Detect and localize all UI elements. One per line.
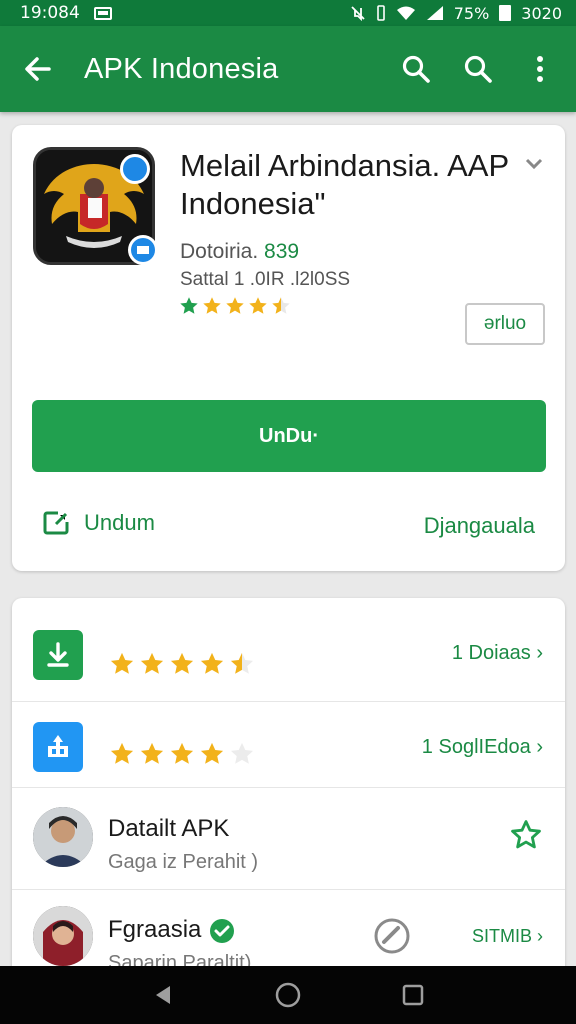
person-subtitle: Gaga iz Perahit ) bbox=[108, 851, 259, 873]
status-bar: 19:084 75% 3020 bbox=[0, 0, 576, 26]
djangauala-link[interactable]: Djangauala bbox=[424, 513, 535, 539]
list-item-value: 1 Doiaas › bbox=[451, 642, 543, 664]
link-icon[interactable] bbox=[372, 916, 412, 956]
undum-label: Undum bbox=[84, 510, 155, 535]
developer-label: Dotoiria. bbox=[180, 240, 259, 263]
app-rating-stars bbox=[178, 295, 292, 317]
star-icon bbox=[200, 742, 224, 764]
status-time: 19:084 bbox=[20, 3, 80, 23]
avatar bbox=[33, 906, 93, 966]
star-icon bbox=[230, 652, 254, 674]
person-name-text: Fgraasia bbox=[108, 916, 202, 943]
nav-back-button[interactable] bbox=[143, 975, 183, 1015]
star-outline-icon[interactable] bbox=[509, 818, 543, 852]
app-bar: APK Indonesia bbox=[0, 26, 576, 112]
signal-icon bbox=[426, 6, 443, 20]
star-icon bbox=[140, 742, 164, 764]
circle-home-icon bbox=[275, 982, 301, 1008]
star-icon bbox=[170, 742, 194, 764]
rating-stars bbox=[108, 650, 256, 678]
details-list-card: 1 Doiaas › 1 SoglIEdoa › Datailt APK Gag… bbox=[12, 598, 565, 978]
list-item-value[interactable]: SITMIB › bbox=[472, 926, 543, 947]
app-bar-title: APK Indonesia bbox=[84, 52, 279, 85]
developer-info: Dotoiria. 839 bbox=[180, 240, 299, 264]
nav-recents-button[interactable] bbox=[393, 975, 433, 1015]
secondary-button[interactable]: ərluo bbox=[465, 303, 545, 345]
verified-icon bbox=[210, 918, 235, 943]
star-icon bbox=[226, 297, 244, 314]
chevron-down-icon[interactable] bbox=[524, 157, 544, 171]
verified-badge-icon bbox=[128, 235, 158, 265]
developer-number: 839 bbox=[264, 240, 300, 263]
mute-icon bbox=[351, 6, 365, 21]
triangle-back-icon bbox=[155, 986, 170, 1004]
status-icons: 75% 3020 bbox=[350, 4, 562, 23]
avatar bbox=[33, 807, 93, 867]
star-icon bbox=[230, 742, 254, 764]
search-button-2[interactable] bbox=[456, 47, 500, 91]
list-item-value: 1 SoglIEdoa › bbox=[421, 736, 543, 758]
arrow-left-icon bbox=[25, 57, 51, 81]
search-icon bbox=[402, 55, 430, 83]
app-info-card: Melail Arbindansia. AAP Indonesia" Dotoi… bbox=[12, 125, 565, 571]
list-item-person[interactable]: Datailt APK Gaga iz Perahit ) bbox=[12, 788, 565, 890]
star-icon bbox=[272, 297, 290, 314]
star-icon bbox=[200, 652, 224, 674]
rating-stars bbox=[108, 740, 256, 768]
download-icon bbox=[33, 630, 83, 680]
star-icon bbox=[249, 297, 267, 314]
list-item-shares[interactable]: 1 SoglIEdoa › bbox=[12, 702, 565, 788]
back-button[interactable] bbox=[18, 49, 58, 89]
app-meta: Sattal 1 .0IR .l2l0SS bbox=[180, 269, 351, 290]
status-right-time: 3020 bbox=[521, 3, 562, 23]
vibrate-icon bbox=[376, 5, 385, 21]
install-button[interactable]: UnDu· bbox=[32, 400, 546, 472]
share-icon bbox=[33, 722, 83, 772]
star-icon bbox=[140, 652, 164, 674]
star-icon bbox=[180, 297, 198, 314]
nav-home-button[interactable] bbox=[268, 975, 308, 1015]
battery-icon bbox=[499, 5, 512, 21]
search-icon bbox=[464, 55, 492, 83]
star-icon bbox=[110, 742, 134, 764]
star-icon bbox=[170, 652, 194, 674]
list-item-downloads[interactable]: 1 Doiaas › bbox=[12, 598, 565, 702]
person-name: Fgraasia bbox=[108, 916, 235, 944]
person-name: Datailt APK bbox=[108, 815, 230, 842]
search-button[interactable] bbox=[394, 47, 438, 91]
wifi-icon bbox=[396, 6, 415, 20]
square-recents-icon bbox=[403, 984, 424, 1006]
star-icon bbox=[110, 652, 134, 674]
badge-icon bbox=[120, 154, 150, 184]
more-vertical-icon bbox=[537, 56, 543, 82]
app-bar-actions bbox=[376, 47, 562, 91]
overflow-menu-button[interactable] bbox=[518, 47, 562, 91]
system-nav-bar bbox=[0, 966, 576, 1024]
edit-icon bbox=[43, 511, 69, 535]
star-icon bbox=[203, 297, 221, 314]
undum-link[interactable]: Undum bbox=[42, 510, 155, 536]
notification-icon bbox=[93, 6, 112, 20]
battery-percent: 75% bbox=[453, 3, 490, 23]
app-title: Melail Arbindansia. AAP Indonesia" bbox=[180, 148, 509, 221]
